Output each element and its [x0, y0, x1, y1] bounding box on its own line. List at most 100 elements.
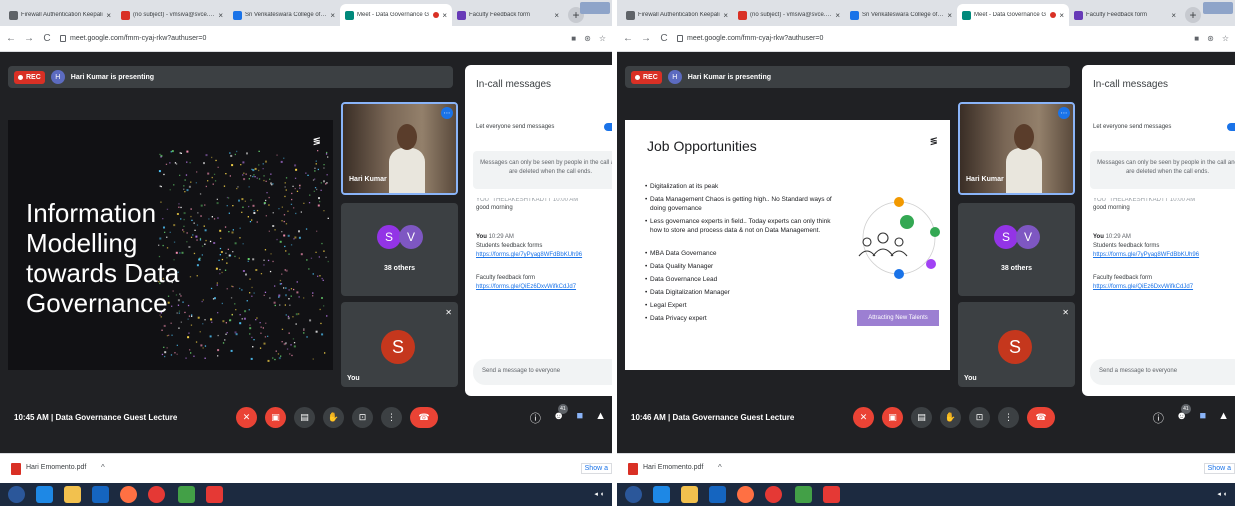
presentation-icon[interactable] [206, 486, 223, 503]
browser-tab[interactable]: Firewall Authentication Keepali × [621, 4, 733, 26]
chat-icon[interactable]: ■ [1199, 410, 1206, 426]
end-call-icon[interactable]: ☎ [410, 407, 438, 428]
allow-messages-toggle[interactable] [604, 123, 612, 131]
activities-icon[interactable]: ▲ [595, 410, 606, 426]
url-field[interactable]: meet.google.com/fmm-cyaj-rkw?authuser=0 [677, 35, 1186, 42]
participant-tile-self[interactable]: ✕ S You [958, 302, 1075, 387]
window-controls[interactable] [580, 2, 610, 14]
browser-tab[interactable]: Faculty Feedback form × [452, 4, 564, 26]
browser-tab[interactable]: Sri Venkateswara College of Eng × [845, 4, 957, 26]
feedback-link-students[interactable]: https://forms.gle/7yPyag8WFdBbKUh96 [1093, 251, 1233, 260]
window-controls[interactable] [1203, 2, 1233, 14]
presentation-icon[interactable] [823, 486, 840, 503]
feedback-link-faculty[interactable]: https://forms.gle/QiEz6DxvWifkCdJd7 [1093, 283, 1233, 292]
mic-off-icon[interactable]: ✕ [853, 407, 874, 428]
camera-off-icon[interactable]: ▣ [882, 407, 903, 428]
captions-icon[interactable]: ▤ [294, 407, 315, 428]
file-explorer-icon[interactable] [64, 486, 81, 503]
close-tab-icon[interactable]: × [723, 11, 728, 20]
close-tab-icon[interactable]: × [554, 11, 559, 20]
back-icon[interactable]: ← [6, 33, 16, 44]
forward-icon[interactable]: → [641, 33, 651, 44]
show-all-downloads-button[interactable]: Show a [1203, 463, 1235, 474]
more-icon[interactable]: ⋮ [998, 407, 1019, 428]
close-tab-icon[interactable]: × [442, 11, 447, 20]
firefox-icon[interactable] [120, 486, 137, 503]
close-tab-icon[interactable]: × [106, 11, 111, 20]
raise-hand-icon[interactable]: ✋ [323, 407, 344, 428]
send-message-input[interactable]: Send a message to everyone [473, 359, 612, 385]
internet-explorer-icon[interactable] [36, 486, 53, 503]
more-options-icon[interactable]: ⋯ [1058, 107, 1070, 119]
camera-indicator-icon[interactable]: ■ [571, 34, 576, 43]
close-tab-icon[interactable]: × [330, 11, 335, 20]
firefox-icon[interactable] [737, 486, 754, 503]
close-tab-icon[interactable]: × [1171, 11, 1176, 20]
present-icon[interactable]: ⊡ [352, 407, 373, 428]
activities-icon[interactable]: ▲ [1218, 410, 1229, 426]
mic-off-icon[interactable]: ✕ [236, 407, 257, 428]
chrome-icon[interactable] [765, 486, 782, 503]
chevron-up-icon[interactable]: ^ [718, 463, 722, 472]
chrome-icon[interactable] [148, 486, 165, 503]
participant-tile-hari[interactable]: ⋯ Hari Kumar [958, 102, 1075, 195]
chevron-up-icon[interactable]: ^ [101, 463, 105, 472]
more-icon[interactable]: ⋮ [381, 407, 402, 428]
info-icon[interactable]: ⓘ [1153, 410, 1164, 426]
feedback-link-faculty[interactable]: https://forms.gle/QiEz6DxvWifkCdJd7 [476, 283, 612, 292]
close-tab-icon[interactable]: × [947, 11, 952, 20]
meeting-details[interactable]: 10:46 AM | Data Governance Guest Lecture [631, 413, 794, 422]
close-tab-icon[interactable]: × [218, 11, 223, 20]
people-icon[interactable]: ☻ 41 [1176, 404, 1191, 426]
internet-explorer-icon[interactable] [653, 486, 670, 503]
bookmark-star-icon[interactable]: ☆ [1222, 34, 1229, 43]
participant-tile-group[interactable]: S V 38 others [958, 203, 1075, 296]
bookmark-star-icon[interactable]: ☆ [599, 34, 606, 43]
extensions-icon[interactable]: ⊛ [1207, 34, 1214, 43]
file-explorer-icon[interactable] [681, 486, 698, 503]
present-icon[interactable]: ⊡ [969, 407, 990, 428]
spreadsheet-icon[interactable] [178, 486, 195, 503]
camera-indicator-icon[interactable]: ■ [1194, 34, 1199, 43]
start-button-icon[interactable] [8, 486, 25, 503]
volume-icon[interactable]: ◂ ◖ [1217, 490, 1227, 498]
end-call-icon[interactable]: ☎ [1027, 407, 1055, 428]
people-icon[interactable]: ☻ 41 [553, 404, 568, 426]
chat-icon[interactable]: ■ [576, 410, 583, 426]
browser-tab[interactable]: (no subject) - vmsiva@svce.ac.i × [733, 4, 845, 26]
media-player-icon[interactable] [709, 486, 726, 503]
raise-hand-icon[interactable]: ✋ [940, 407, 961, 428]
feedback-link-students[interactable]: https://forms.gle/7yPyag8WFdBbKUh96 [476, 251, 612, 260]
close-tab-icon[interactable]: × [835, 11, 840, 20]
participant-tile-self[interactable]: ✕ S You [341, 302, 458, 387]
camera-off-icon[interactable]: ▣ [265, 407, 286, 428]
new-tab-button[interactable]: + [1185, 7, 1201, 23]
participant-tile-hari[interactable]: ⋯ Hari Kumar [341, 102, 458, 195]
browser-tab[interactable]: Faculty Feedback form × [1069, 4, 1181, 26]
more-options-icon[interactable]: ⋯ [441, 107, 453, 119]
show-all-downloads-button[interactable]: Show a [580, 463, 612, 474]
browser-tab[interactable]: Sri Venkateswara College of Eng × [228, 4, 340, 26]
captions-icon[interactable]: ▤ [911, 407, 932, 428]
reload-icon[interactable]: C [42, 33, 52, 44]
browser-tab[interactable]: Meet - Data Governance G × [957, 4, 1069, 26]
start-button-icon[interactable] [625, 486, 642, 503]
url-field[interactable]: meet.google.com/fmm-cyaj-rkw?authuser=0 [60, 35, 563, 42]
browser-tab[interactable]: Firewall Authentication Keepali × [4, 4, 116, 26]
volume-icon[interactable]: ◂ ◖ [594, 490, 604, 498]
reload-icon[interactable]: C [659, 33, 669, 44]
close-tab-icon[interactable]: × [1059, 11, 1064, 20]
browser-tab[interactable]: (no subject) - vmsiva@svce.ac.i × [116, 4, 228, 26]
send-message-input[interactable]: Send a message to everyone [1090, 359, 1235, 385]
back-icon[interactable]: ← [623, 33, 633, 44]
meeting-details[interactable]: 10:45 AM | Data Governance Guest Lecture [14, 413, 177, 422]
spreadsheet-icon[interactable] [795, 486, 812, 503]
participant-tile-group[interactable]: S V 38 others [341, 203, 458, 296]
extensions-icon[interactable]: ⊛ [584, 34, 591, 43]
allow-messages-toggle[interactable] [1227, 123, 1235, 131]
media-player-icon[interactable] [92, 486, 109, 503]
forward-icon[interactable]: → [24, 33, 34, 44]
download-filename[interactable]: Hari Emomento.pdf [26, 464, 86, 471]
download-filename[interactable]: Hari Emomento.pdf [643, 464, 703, 471]
info-icon[interactable]: ⓘ [530, 410, 541, 426]
